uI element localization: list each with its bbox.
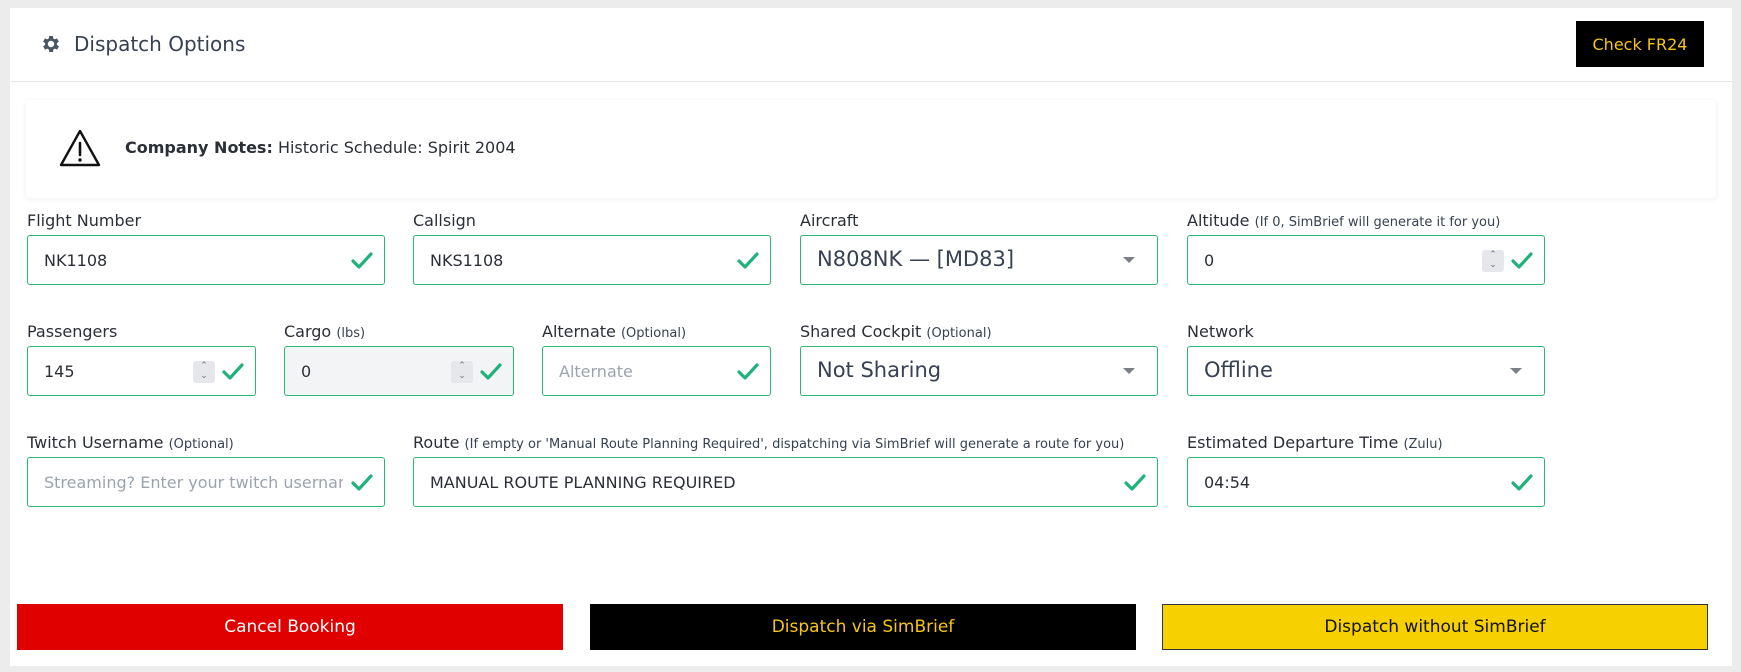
altitude-hint: (If 0, SimBrief will generate it for you… [1254,215,1501,230]
shared-cockpit-label: Shared Cockpit [800,322,922,341]
altitude-box: ⌃⌄ [1187,235,1545,285]
route-box [413,457,1158,507]
shared-cockpit-hint: (Optional) [926,326,992,341]
departure-box [1187,457,1545,507]
check-icon [351,252,373,269]
gear-icon [43,36,59,52]
callsign-box [413,235,771,285]
passengers-label: Passengers [27,322,118,341]
flight-number-field: Flight Number [27,211,385,285]
check-icon [480,363,502,380]
alternate-field: Alternate (Optional) [542,322,771,396]
company-notes-panel: Company Notes: Historic Schedule: Spirit… [26,100,1716,198]
page-title: Dispatch Options [74,32,246,56]
route-label: Route [413,433,460,452]
twitch-hint: (Optional) [168,437,234,452]
twitch-box [27,457,385,507]
route-field: Route (If empty or 'Manual Route Plannin… [413,433,1158,507]
cargo-field: Cargo (lbs) ⌃⌄ [284,322,514,396]
check-icon [1511,474,1533,491]
aircraft-select[interactable]: N808NK — [MD83] [800,235,1158,285]
dispatch-via-simbrief-button[interactable]: Dispatch via SimBrief [590,604,1136,650]
twitch-label-row: Twitch Username (Optional) [27,433,385,452]
twitch-label: Twitch Username [27,433,164,452]
network-label: Network [1187,322,1254,341]
check-icon [737,363,759,380]
cargo-stepper[interactable]: ⌃ ⌄ [451,361,473,383]
alternate-hint: (Optional) [620,326,687,341]
check-icon [351,474,373,491]
chevron-down-icon [1123,257,1135,263]
callsign-label: Callsign [413,211,476,230]
check-icon [737,252,759,269]
cargo-input[interactable] [301,347,427,395]
shared-cockpit-value: Not Sharing [817,358,942,382]
departure-hint: (Zulu) [1403,437,1443,452]
departure-label-row: Estimated Departure Time (Zulu) [1187,433,1545,452]
alternate-input[interactable] [559,347,730,395]
departure-input[interactable] [1204,458,1471,506]
departure-label: Estimated Departure Time [1187,433,1399,452]
dispatch-without-simbrief-button[interactable]: Dispatch without SimBrief [1162,604,1708,650]
cargo-box: ⌃⌄ [284,346,514,396]
check-icon [1124,474,1146,491]
aircraft-value: N808NK — [MD83] [817,247,1015,271]
passengers-input[interactable] [44,347,169,395]
altitude-field: Altitude (If 0, SimBrief will generate i… [1187,211,1545,285]
aircraft-label: Aircraft [800,211,859,230]
dispatch-options-card: Dispatch Options Check FR24 Company Note… [10,8,1732,666]
passengers-stepper[interactable]: ⌃ ⌄ [193,361,215,383]
shared-cockpit-select[interactable]: Not Sharing [800,346,1158,396]
network-value: Offline [1204,358,1273,382]
cancel-booking-button[interactable]: Cancel Booking [17,604,563,650]
company-notes-label: Company Notes: [125,138,273,157]
alternate-label: Alternate [542,322,616,341]
chevron-down-icon [1123,368,1135,374]
departure-field: Estimated Departure Time (Zulu) [1187,433,1545,507]
route-input[interactable] [430,458,1084,506]
check-icon [1511,252,1533,269]
network-select[interactable]: Offline [1187,346,1545,396]
company-notes-text: Company Notes: Historic Schedule: Spirit… [125,138,516,157]
shared-cockpit-field: Shared Cockpit (Optional) Not Sharing [800,322,1158,396]
altitude-input[interactable] [1204,236,1471,284]
altitude-label-row: Altitude (If 0, SimBrief will generate i… [1187,211,1545,230]
flight-number-label: Flight Number [27,211,142,230]
aircraft-field: Aircraft N808NK — [MD83] [800,211,1158,285]
route-hint: (If empty or 'Manual Route Planning Requ… [464,437,1125,452]
company-notes-value: Historic Schedule: Spirit 2004 [277,138,516,157]
warning-icon [59,129,101,167]
flight-number-box [27,235,385,285]
twitch-field: Twitch Username (Optional) [27,433,385,507]
card-header: Dispatch Options Check FR24 [10,8,1732,82]
check-icon [222,363,244,380]
cargo-hint: (lbs) [336,326,366,341]
callsign-input[interactable] [430,236,697,284]
alternate-box [542,346,771,396]
alternate-label-row: Alternate (Optional) [542,322,771,341]
network-field: Network Offline [1187,322,1545,396]
passengers-field: Passengers ⌃⌄ [27,322,256,396]
passengers-box: ⌃⌄ [27,346,256,396]
cargo-label: Cargo [284,322,332,341]
twitch-input[interactable] [44,458,344,506]
altitude-label: Altitude [1187,211,1250,230]
callsign-field: Callsign [413,211,771,285]
cargo-label-row: Cargo (lbs) [284,322,514,341]
check-fr24-button[interactable]: Check FR24 [1576,21,1704,67]
flight-number-input[interactable] [44,236,311,284]
shared-cockpit-label-row: Shared Cockpit (Optional) [800,322,1158,341]
route-label-row: Route (If empty or 'Manual Route Plannin… [413,433,1158,452]
altitude-stepper[interactable]: ⌃ ⌄ [1482,250,1504,272]
chevron-down-icon [1510,368,1522,374]
